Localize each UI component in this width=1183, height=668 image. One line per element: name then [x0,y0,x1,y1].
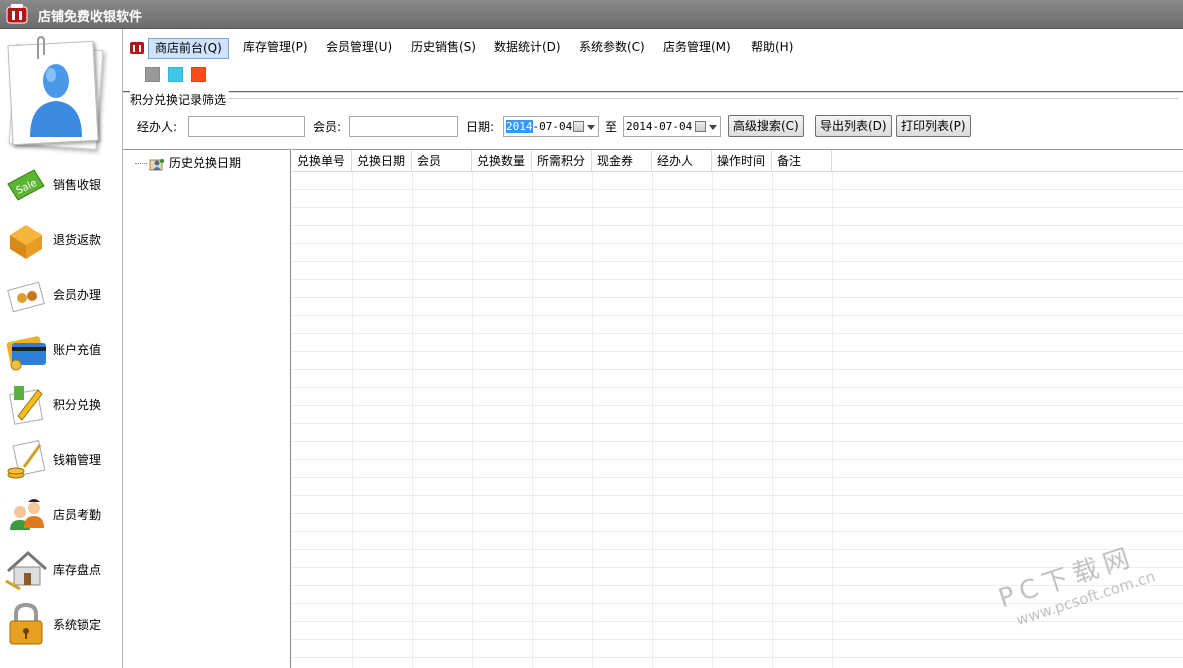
sidebar-item-recharge[interactable]: 账户充值 [0,321,122,376]
sidebar-item-sales[interactable]: Sale 销售收银 [0,156,122,211]
grid-header: 兑换单号 兑换日期 会员 兑换数量 所需积分 现金券 经办人 操作时间 备注 [292,150,1183,172]
app-menu-icon[interactable] [129,40,145,56]
menu-inventory[interactable]: 库存管理(P) [237,38,314,59]
column-header[interactable]: 兑换数量 [472,150,532,172]
return-box-icon [10,225,42,259]
sidebar-item-cash-box[interactable]: 钱箱管理 [0,431,122,486]
folder-people-icon [149,158,164,170]
menu-help[interactable]: 帮助(H) [745,38,799,59]
staff-attendance-icon [10,499,44,530]
title-bar: 店铺免费收银软件 [0,0,1183,29]
theme-swatch-gray[interactable] [145,67,160,82]
date-to-picker[interactable]: 2014-07-04 [623,116,721,137]
points-exchange-icon [9,386,43,425]
column-header[interactable]: 备注 [772,150,832,172]
member-input[interactable] [349,116,458,137]
theme-swatch-cyan[interactable] [168,67,183,82]
menu-bar: 商店前台(Q) 库存管理(P) 会员管理(U) 历史销售(S) 数据统计(D) … [123,37,1023,59]
inventory-house-icon [5,550,47,591]
sidebar-item-returns[interactable]: 退货返款 [0,211,122,266]
user-avatar-icon [30,64,82,137]
menu-sales-history[interactable]: 历史销售(S) [405,38,482,59]
column-header[interactable]: 现金券 [592,150,652,172]
theme-swatch-orange[interactable] [191,67,206,82]
member-label: 会员: [313,120,342,134]
calendar-icon[interactable] [695,121,706,132]
sale-tag-icon: Sale [7,169,45,201]
column-header[interactable]: 兑换单号 [292,150,352,172]
to-label: 至 [605,120,618,134]
main-area: 商店前台(Q) 库存管理(P) 会员管理(U) 历史销售(S) 数据统计(D) … [122,29,1183,668]
column-header[interactable]: 操作时间 [712,150,772,172]
sidebar-item-attendance[interactable]: 店员考勤 [0,486,122,541]
sidebar-item-membership[interactable]: 会员办理 [0,266,122,321]
menu-statistics[interactable]: 数据统计(D) [488,38,567,59]
window-title: 店铺免费收银软件 [38,10,143,25]
toolbar-separator [123,91,1183,93]
menu-store-front[interactable]: 商店前台(Q) [148,38,229,59]
paper-clip-icon [37,35,45,59]
tree-node-history-dates[interactable]: 历史兑换日期 [135,154,241,171]
dropdown-arrow-icon[interactable] [709,125,717,130]
dropdown-arrow-icon[interactable] [587,125,595,130]
column-header[interactable]: 兑换日期 [352,150,412,172]
cash-box-icon [7,440,46,479]
credit-card-icon [6,336,46,371]
sidebar-item-inventory[interactable]: 库存盘点 [0,541,122,596]
column-header[interactable]: 所需积分 [532,150,592,172]
filter-group-title: 积分兑换记录筛选 [130,91,230,108]
grid-body [292,172,1183,668]
menu-system-params[interactable]: 系统参数(C) [573,38,651,59]
date-from-picker[interactable]: 2014-07-04 [503,116,599,137]
lock-icon [9,602,43,645]
column-header[interactable]: 会员 [412,150,472,172]
date-tree: 历史兑换日期 [123,149,291,668]
calendar-icon[interactable] [573,121,584,132]
operator-label: 经办人: [137,120,178,134]
menu-members[interactable]: 会员管理(U) [320,38,398,59]
exchange-records-grid[interactable]: 兑换单号 兑换日期 会员 兑换数量 所需积分 现金券 经办人 操作时间 备注 [292,149,1183,668]
app-logo-icon [6,4,28,24]
sidebar-item-lock[interactable]: 系统锁定 [0,596,122,651]
member-card-icon [7,281,45,313]
advanced-search-button[interactable]: 高级搜索(C) [728,115,804,137]
date-label: 日期: [466,120,495,134]
menu-store-management[interactable]: 店务管理(M) [657,38,737,59]
export-list-button[interactable]: 导出列表(D) [815,115,892,137]
left-nav-panel: Sale 销售收银 退货返款 会员办理 账户充值 积分兑换 钱箱管理 店员考勤 … [0,29,122,668]
operator-input[interactable] [188,116,305,137]
sidebar-item-points-exchange[interactable]: 积分兑换 [0,376,122,431]
column-header[interactable]: 经办人 [652,150,712,172]
user-avatar-card[interactable] [6,35,104,150]
print-list-button[interactable]: 打印列表(P) [896,115,971,137]
